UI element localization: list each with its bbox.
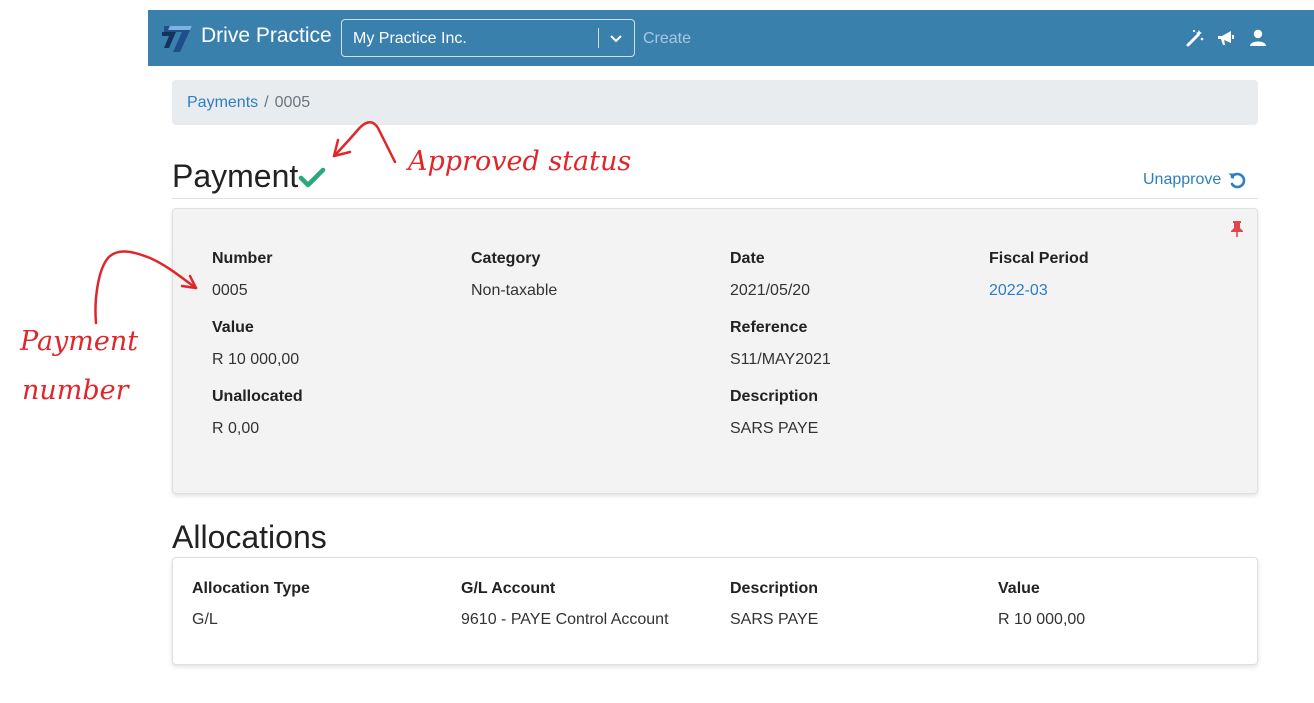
payment-number-annotation-line2: number	[22, 375, 129, 406]
column-header-gl-account: G/L Account	[461, 580, 556, 597]
breadcrumb-current: 0005	[274, 94, 311, 111]
brand-name[interactable]: Drive Practice	[201, 24, 332, 48]
number-value: 0005	[212, 282, 248, 299]
reference-label: Reference	[730, 319, 808, 336]
create-link[interactable]: Create	[643, 30, 691, 48]
reference-value: S11/MAY2021	[730, 351, 831, 368]
drive-practice-logo-icon[interactable]	[160, 22, 194, 54]
description-label: Description	[730, 388, 819, 405]
chevron-down-icon[interactable]	[604, 29, 628, 49]
breadcrumb: Payments / 0005	[172, 80, 1258, 125]
payment-details-card	[172, 208, 1258, 494]
megaphone-icon[interactable]	[1216, 28, 1236, 48]
payment-number-annotation-line1: Payment	[20, 326, 139, 357]
number-label: Number	[212, 250, 273, 267]
unallocated-value: R 0,00	[212, 420, 260, 437]
magic-wand-icon[interactable]	[1185, 28, 1205, 48]
top-navbar: Drive Practice My Practice Inc. Create	[148, 10, 1314, 66]
allocation-description-cell: SARS PAYE	[730, 611, 819, 628]
fiscal-period-label: Fiscal Period	[989, 250, 1089, 267]
date-label: Date	[730, 250, 765, 267]
approved-status-annotation: Approved status	[408, 146, 632, 177]
fiscal-period-link[interactable]: 2022-03	[989, 282, 1048, 300]
category-label: Category	[471, 250, 541, 267]
breadcrumb-payments-link[interactable]: Payments	[187, 94, 258, 111]
title-divider	[172, 198, 1258, 199]
allocations-title: Allocations	[172, 519, 327, 555]
value-label: Value	[212, 319, 254, 336]
gl-account-link[interactable]: 9610 - PAYE Control Account	[461, 611, 669, 629]
user-icon[interactable]	[1248, 28, 1268, 48]
page-title: Payment	[172, 158, 299, 194]
allocation-value-cell: R 10 000,00	[998, 611, 1086, 628]
column-header-description: Description	[730, 580, 819, 597]
date-value: 2021/05/20	[730, 282, 811, 299]
company-select-value: My Practice Inc.	[353, 30, 467, 47]
column-header-allocation-type: Allocation Type	[192, 580, 310, 597]
unapprove-link[interactable]: Unapprove	[1143, 171, 1221, 189]
unallocated-label: Unallocated	[212, 388, 303, 405]
allocations-table	[172, 557, 1258, 665]
description-value: SARS PAYE	[730, 420, 819, 437]
allocation-type-cell: G/L	[192, 611, 218, 628]
breadcrumb-separator: /	[264, 94, 269, 111]
pin-icon[interactable]	[1229, 220, 1245, 238]
select-divider	[598, 28, 599, 48]
status-arrow-icon	[332, 120, 397, 164]
value-value: R 10 000,00	[212, 351, 300, 368]
undo-icon[interactable]	[1227, 170, 1247, 190]
check-icon	[298, 167, 326, 188]
category-value: Non-taxable	[471, 282, 558, 299]
column-header-value: Value	[998, 580, 1040, 597]
company-select[interactable]: My Practice Inc.	[341, 19, 635, 57]
